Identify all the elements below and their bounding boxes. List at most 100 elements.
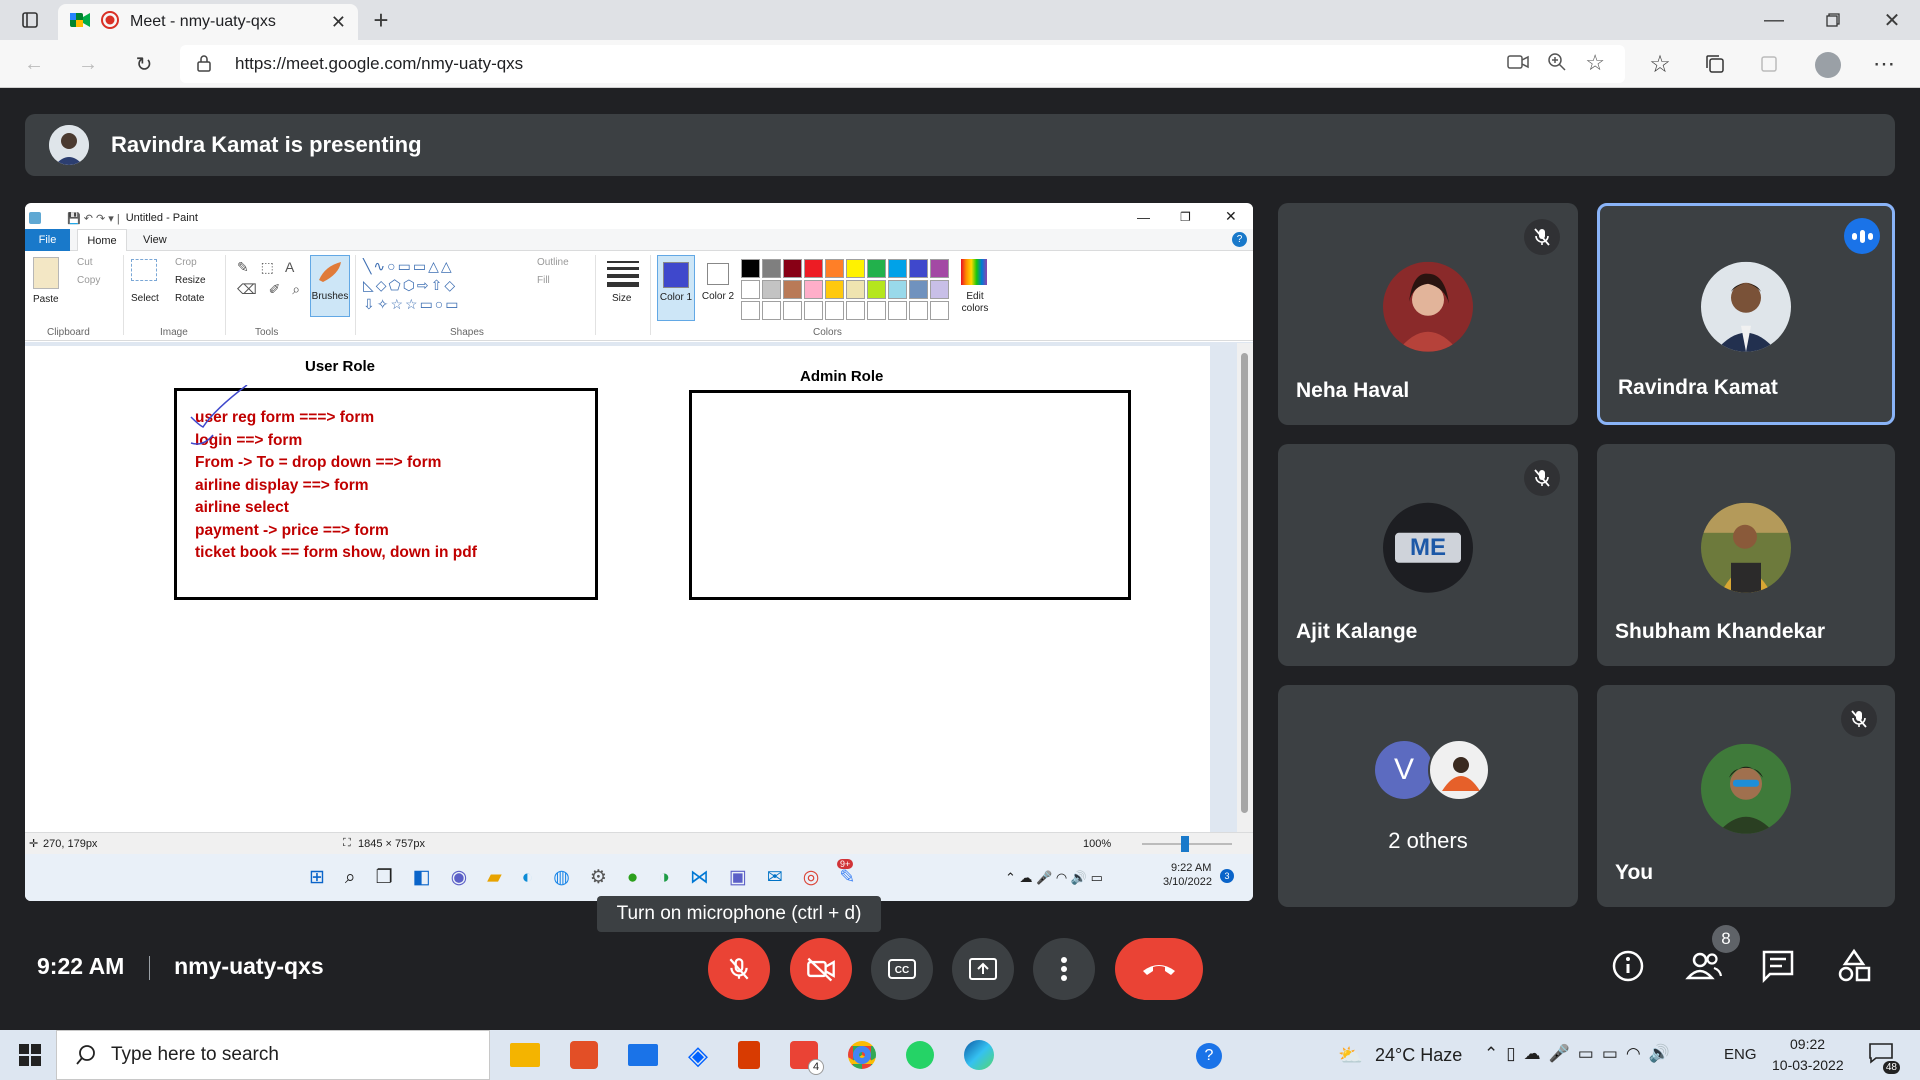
more-menu-icon[interactable]: ⋯: [1866, 46, 1902, 82]
mail-icon[interactable]: [628, 1044, 658, 1066]
palette-swatch[interactable]: [909, 301, 928, 320]
resize-label[interactable]: Resize: [175, 275, 206, 286]
close-tab-icon[interactable]: ✕: [331, 12, 346, 33]
participant-tile-active[interactable]: Ravindra Kamat: [1597, 203, 1895, 425]
palette-swatch[interactable]: [825, 301, 844, 320]
url-bar[interactable]: https://meet.google.com/nmy-uaty-qxs ☆: [180, 45, 1625, 83]
notifications-button[interactable]: 48: [1868, 1042, 1900, 1074]
palette-swatch[interactable]: [741, 301, 760, 320]
palette-swatch[interactable]: [762, 301, 781, 320]
quick-access-icon[interactable]: 💾 ↶ ↷ ▾ |: [67, 212, 120, 225]
microphone-button[interactable]: [708, 938, 770, 1000]
help-icon[interactable]: ?: [1196, 1043, 1222, 1069]
palette-swatch[interactable]: [783, 280, 802, 299]
palette-swatch[interactable]: [867, 301, 886, 320]
rotate-label[interactable]: Rotate: [175, 293, 204, 304]
more-options-button[interactable]: [1033, 938, 1095, 1000]
activities-button[interactable]: [1836, 948, 1872, 989]
edge-icon[interactable]: [964, 1040, 994, 1070]
cut-label[interactable]: Cut: [77, 257, 93, 268]
palette-swatch[interactable]: [930, 280, 949, 299]
shapes-gallery[interactable]: ╲∿○▭▭△△ ◺◇⬠⬡⇨⇧◇ ⇩✧☆☆▭○▭: [363, 257, 513, 314]
taskbar-date[interactable]: 10-03-2022: [1772, 1057, 1844, 1073]
paint-file-tab[interactable]: File: [25, 229, 70, 251]
tools-icons[interactable]: ✎ ⬚ A: [237, 259, 298, 276]
palette-swatch[interactable]: [867, 259, 886, 278]
participant-tile-others[interactable]: V 2 others: [1278, 685, 1578, 907]
browser-tab-meet[interactable]: Meet - nmy-uaty-qxs ✕: [58, 4, 358, 40]
office-icon[interactable]: [738, 1041, 760, 1069]
palette-swatch[interactable]: [804, 301, 823, 320]
profile-avatar[interactable]: [1815, 52, 1841, 78]
restore-icon[interactable]: [1815, 2, 1851, 38]
edit-colors-icon[interactable]: [961, 259, 987, 285]
camera-icon[interactable]: [1507, 53, 1529, 76]
zoom-icon[interactable]: [1547, 52, 1567, 77]
palette-swatch[interactable]: [783, 259, 802, 278]
paint-canvas[interactable]: User Role Admin Role user reg form ===> …: [25, 346, 1210, 832]
size-icon[interactable]: [607, 261, 639, 287]
forward-icon[interactable]: →: [70, 46, 106, 82]
palette-swatch[interactable]: [888, 301, 907, 320]
tools-icons-row2[interactable]: ⌫ ✐ ⌕: [237, 281, 304, 298]
captions-button[interactable]: CC: [871, 938, 933, 1000]
select-icon[interactable]: [131, 259, 157, 281]
copy-label[interactable]: Copy: [77, 275, 100, 286]
app-icon[interactable]: [570, 1041, 598, 1069]
participant-tile[interactable]: Shubham Khandekar: [1597, 444, 1895, 666]
present-now-button[interactable]: [952, 938, 1014, 1000]
participant-tile-self[interactable]: You: [1597, 685, 1895, 907]
extension-icon[interactable]: [1751, 46, 1787, 82]
paint-restore-icon[interactable]: ❐: [1180, 210, 1191, 224]
minimize-icon[interactable]: —: [1756, 2, 1792, 38]
paint-help-icon[interactable]: ?: [1232, 232, 1247, 247]
paint-minimize-icon[interactable]: —: [1137, 210, 1150, 225]
palette-swatch[interactable]: [762, 259, 781, 278]
favorites-icon[interactable]: ☆: [1642, 46, 1678, 82]
palette-swatch[interactable]: [867, 280, 886, 299]
dropbox-icon[interactable]: ◈: [688, 1040, 708, 1071]
color-palette[interactable]: [741, 259, 953, 321]
paint-scrollbar[interactable]: [1237, 343, 1253, 833]
crop-label[interactable]: Crop: [175, 257, 197, 268]
select-label[interactable]: Select: [131, 293, 159, 304]
size-label[interactable]: Size: [612, 293, 631, 304]
participant-tile[interactable]: ME Ajit Kalange: [1278, 444, 1578, 666]
palette-swatch[interactable]: [741, 280, 760, 299]
fill-label[interactable]: Fill: [537, 275, 550, 286]
whatsapp-icon[interactable]: [906, 1041, 934, 1069]
participant-tile[interactable]: Neha Haval: [1278, 203, 1578, 425]
tab-actions-icon[interactable]: [12, 2, 48, 38]
collections-icon[interactable]: [1697, 46, 1733, 82]
system-tray-icons[interactable]: ⌃▯☁🎤▭▭◠🔊: [1484, 1044, 1678, 1064]
palette-swatch[interactable]: [762, 280, 781, 299]
palette-swatch[interactable]: [825, 259, 844, 278]
people-button[interactable]: [1684, 948, 1724, 989]
palette-swatch[interactable]: [846, 301, 865, 320]
chrome-icon[interactable]: [848, 1041, 876, 1069]
palette-swatch[interactable]: [804, 280, 823, 299]
taskbar-time[interactable]: 09:22: [1790, 1036, 1825, 1052]
outline-label[interactable]: Outline: [537, 257, 569, 268]
file-explorer-icon[interactable]: [510, 1043, 540, 1067]
refresh-icon[interactable]: ↻: [126, 46, 162, 82]
palette-swatch[interactable]: [846, 259, 865, 278]
palette-swatch[interactable]: [888, 259, 907, 278]
taskbar-search-box[interactable]: Type here to search: [56, 1030, 490, 1080]
new-tab-icon[interactable]: +: [363, 2, 399, 38]
paste-icon[interactable]: [33, 257, 59, 289]
palette-swatch[interactable]: [909, 259, 928, 278]
leave-call-button[interactable]: [1115, 938, 1203, 1000]
paint-view-tab[interactable]: View: [143, 234, 167, 246]
gmail-icon[interactable]: 4: [790, 1041, 824, 1075]
palette-swatch[interactable]: [783, 301, 802, 320]
color1-button[interactable]: Color 1: [657, 255, 695, 321]
back-icon[interactable]: ←: [16, 46, 52, 82]
color2-button[interactable]: Color 2: [699, 255, 737, 321]
camera-button[interactable]: [790, 938, 852, 1000]
palette-swatch[interactable]: [930, 259, 949, 278]
palette-swatch[interactable]: [930, 301, 949, 320]
paint-close-icon[interactable]: ✕: [1225, 208, 1237, 225]
add-favorite-icon[interactable]: ☆: [1585, 50, 1605, 76]
close-window-icon[interactable]: ✕: [1874, 2, 1910, 38]
